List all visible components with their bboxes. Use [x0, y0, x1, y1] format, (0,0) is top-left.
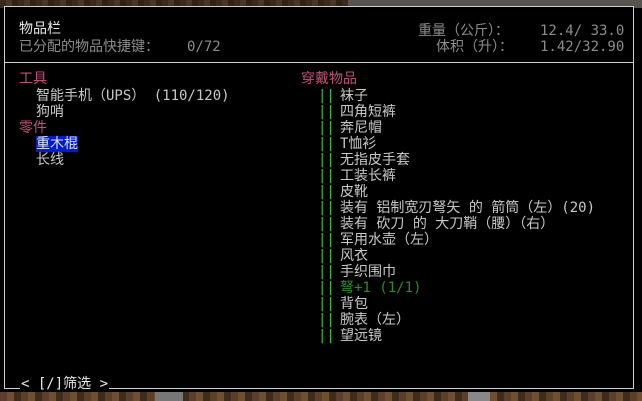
worn-indent-bar: ||: [318, 312, 335, 328]
weight-label: 重量（公斤）：: [418, 23, 509, 39]
list-item[interactable]: 奔尼帽: [340, 120, 382, 136]
category-tools: 工具: [19, 71, 47, 87]
list-item[interactable]: 望远镜: [340, 328, 382, 344]
window-title: 物品栏: [19, 21, 61, 37]
background-stone: [468, 392, 490, 401]
list-item[interactable]: 装有 铝制宽刃弩矢 的 箭筒（左）(20): [340, 200, 595, 216]
volume-value: 1.42/32.90: [540, 39, 625, 55]
worn-indent-bar: ||: [318, 136, 335, 152]
worn-indent-bar: ||: [318, 184, 335, 200]
list-item[interactable]: 背包: [340, 296, 368, 312]
worn-indent-bar: ||: [318, 328, 335, 344]
list-item-smartphone[interactable]: 智能手机（UPS） (110/120): [36, 88, 230, 104]
worn-indent-bar: ||: [318, 296, 335, 312]
worn-indent-bar: ||: [318, 152, 335, 168]
weight-value: 12.4/ 33.0: [540, 23, 625, 39]
worn-indent-bar: ||: [318, 200, 335, 216]
list-item[interactable]: 皮靴: [340, 184, 368, 200]
list-item[interactable]: 腕表（左）: [340, 312, 410, 328]
list-item[interactable]: 军用水壶（左）: [340, 232, 438, 248]
worn-indent-bar: ||: [318, 104, 335, 120]
list-item[interactable]: 工装长裤: [340, 168, 396, 184]
worn-indent-bar: ||: [318, 216, 335, 232]
list-item[interactable]: 四角短裤: [340, 104, 396, 120]
list-item[interactable]: 装有 砍刀 的 大刀鞘（腰）（右）: [340, 216, 554, 232]
category-parts: 零件: [19, 120, 47, 136]
list-item[interactable]: 无指皮手套: [340, 152, 410, 168]
list-item[interactable]: 弩+1 (1/1): [340, 280, 421, 296]
filter-button[interactable]: < [/]筛选 >: [20, 376, 110, 392]
worn-indent-bar: ||: [318, 120, 335, 136]
worn-indent-bar: ||: [318, 88, 335, 104]
list-item[interactable]: 风衣: [340, 248, 368, 264]
list-item[interactable]: 手织围巾: [340, 264, 396, 280]
list-item-long-string[interactable]: 长线: [36, 152, 64, 168]
list-item-heavy-stick-selected[interactable]: 重木棍: [36, 136, 78, 152]
background-stone: [155, 392, 183, 401]
background-terrain-bottom: [0, 392, 642, 401]
worn-indent-bar: ||: [318, 280, 335, 296]
hotkeys-label: 已分配的物品快捷键：: [19, 39, 159, 55]
header-separator: [4, 62, 634, 63]
worn-indent-bar: ||: [318, 168, 335, 184]
list-item[interactable]: T恤衫: [340, 136, 376, 152]
worn-indent-bar: ||: [318, 232, 335, 248]
worn-indent-bar: ||: [318, 264, 335, 280]
hotkeys-value: 0/72: [187, 39, 221, 55]
volume-label: 体积（升）：: [436, 39, 513, 55]
list-item-dog-whistle[interactable]: 狗哨: [36, 104, 64, 120]
list-item[interactable]: 袜子: [340, 88, 368, 104]
category-worn: 穿戴物品: [301, 71, 357, 87]
worn-indent-bar: ||: [318, 248, 335, 264]
